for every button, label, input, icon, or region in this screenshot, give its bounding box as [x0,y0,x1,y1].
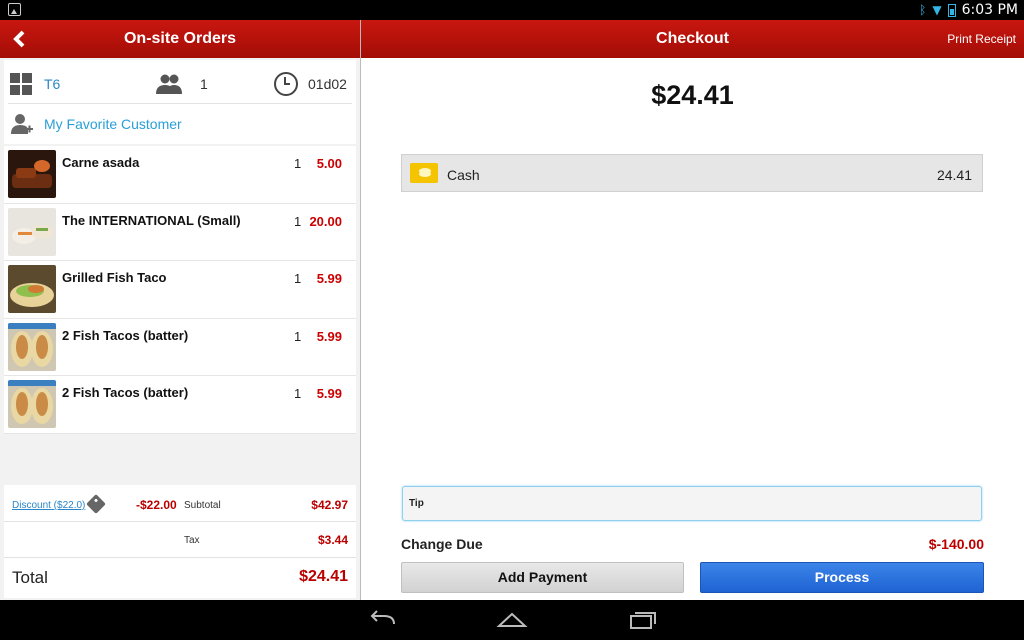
add-payment-button[interactable]: Add Payment [401,562,684,593]
subtotal-label: Subtotal [184,500,221,511]
discount-subtotal-row: Discount ($22.0) -$22.00 Subtotal $42.97 [4,485,356,522]
tax-row: Tax $3.44 [4,522,356,558]
order-item[interactable]: The INTERNATIONAL (Small) 1 20.00 [4,203,356,261]
item-qty: 1 [294,328,302,344]
item-name: Carne asada [62,155,140,170]
item-name: Grilled Fish Taco [62,270,167,285]
item-price: 5.99 [316,271,342,286]
customer-row[interactable]: My Favorite Customer [8,104,352,144]
carne-asada-thumbnail [8,150,56,198]
status-bar: ᛒ ▼ 6:03 PM [0,0,1024,20]
home-icon[interactable] [495,608,529,632]
customer-name[interactable]: My Favorite Customer [44,116,182,132]
battery-icon [947,3,956,17]
system-nav-bar [0,600,1024,640]
cash-icon [410,163,438,183]
order-info-row: T6 1 01d02 [8,64,352,104]
time-code: 01d02 [308,75,347,92]
fish-tacos-thumbnail [8,322,56,371]
checkout-amount: $24.41 [651,80,734,110]
fish-taco-thumbnail [8,265,56,313]
item-name: 2 Fish Tacos (batter) [62,327,189,343]
item-qty: 1 [294,386,302,401]
item-qty: 1 [294,213,302,229]
total-row: Total $24.41 [4,558,356,598]
total-value: $24.41 [299,568,348,585]
gallery-notification-icon [8,3,21,16]
change-due-value: $-140.00 [928,536,984,552]
item-price: 20.00 [309,213,342,229]
total-label: Total [12,568,48,587]
order-info-card: T6 1 01d02 My Favorite Customer [4,60,356,144]
order-panel: T6 1 01d02 My Favorite Customer Carne as… [0,58,360,600]
print-receipt-button[interactable]: Print Receipt [947,32,1016,46]
item-name: 2 Fish Tacos (batter) [62,385,189,400]
checkout-panel: $24.41 Cash 24.41 Change Due $-140.00 Ad… [361,58,1024,600]
bluetooth-icon: ᛒ [919,3,927,17]
people-icon[interactable] [154,73,184,95]
item-price: 5.00 [316,156,342,171]
status-time: 6:03 PM [961,2,1018,18]
payment-method: Cash [447,167,480,183]
payment-amount: 24.41 [936,167,972,183]
tip-input[interactable] [402,486,982,521]
orders-header: On-site Orders [0,20,360,58]
fish-tacos-thumbnail [8,380,56,428]
orders-title: On-site Orders [123,30,237,47]
order-items-list: Carne asada 1 5.00 The INTERNATIONAL (Sm… [4,146,356,434]
tax-value: $3.44 [317,533,348,547]
discount-value: -$22.00 [136,498,177,512]
back-icon[interactable] [366,608,400,632]
guest-count: 1 [200,75,208,92]
add-person-icon[interactable] [10,113,34,135]
international-thumbnail [8,207,56,256]
payment-row[interactable]: Cash 24.41 [401,154,983,192]
item-name: The INTERNATIONAL (Small) [62,212,241,228]
subtotal-value: $42.97 [311,498,348,512]
recent-apps-icon[interactable] [625,608,659,632]
order-item[interactable]: 2 Fish Tacos (batter) 1 5.99 [4,318,356,376]
tag-icon[interactable] [86,494,106,514]
table-label[interactable]: T6 [44,76,154,92]
checkout-title: Checkout [656,30,729,47]
discount-link[interactable]: Discount ($22.0) [12,500,85,511]
checkout-header: Checkout Print Receipt [361,20,1024,58]
status-icons: ᛒ ▼ 6:03 PM [919,2,1018,18]
order-item[interactable]: Carne asada 1 5.00 [4,146,356,204]
order-item[interactable]: 2 Fish Tacos (batter) 1 5.99 [4,376,356,434]
item-qty: 1 [294,156,302,171]
change-due-label: Change Due [401,536,483,552]
order-item[interactable]: Grilled Fish Taco 1 5.99 [4,261,356,319]
item-price: 5.99 [316,386,342,401]
item-qty: 1 [294,271,302,286]
grid-icon[interactable] [10,72,32,95]
clock-icon [274,71,298,96]
order-totals: Discount ($22.0) -$22.00 Subtotal $42.97… [4,485,356,598]
tax-label: Tax [184,535,200,546]
wifi-icon: ▼ [932,3,942,17]
process-button[interactable]: Process [700,562,984,593]
item-price: 5.99 [316,328,342,344]
